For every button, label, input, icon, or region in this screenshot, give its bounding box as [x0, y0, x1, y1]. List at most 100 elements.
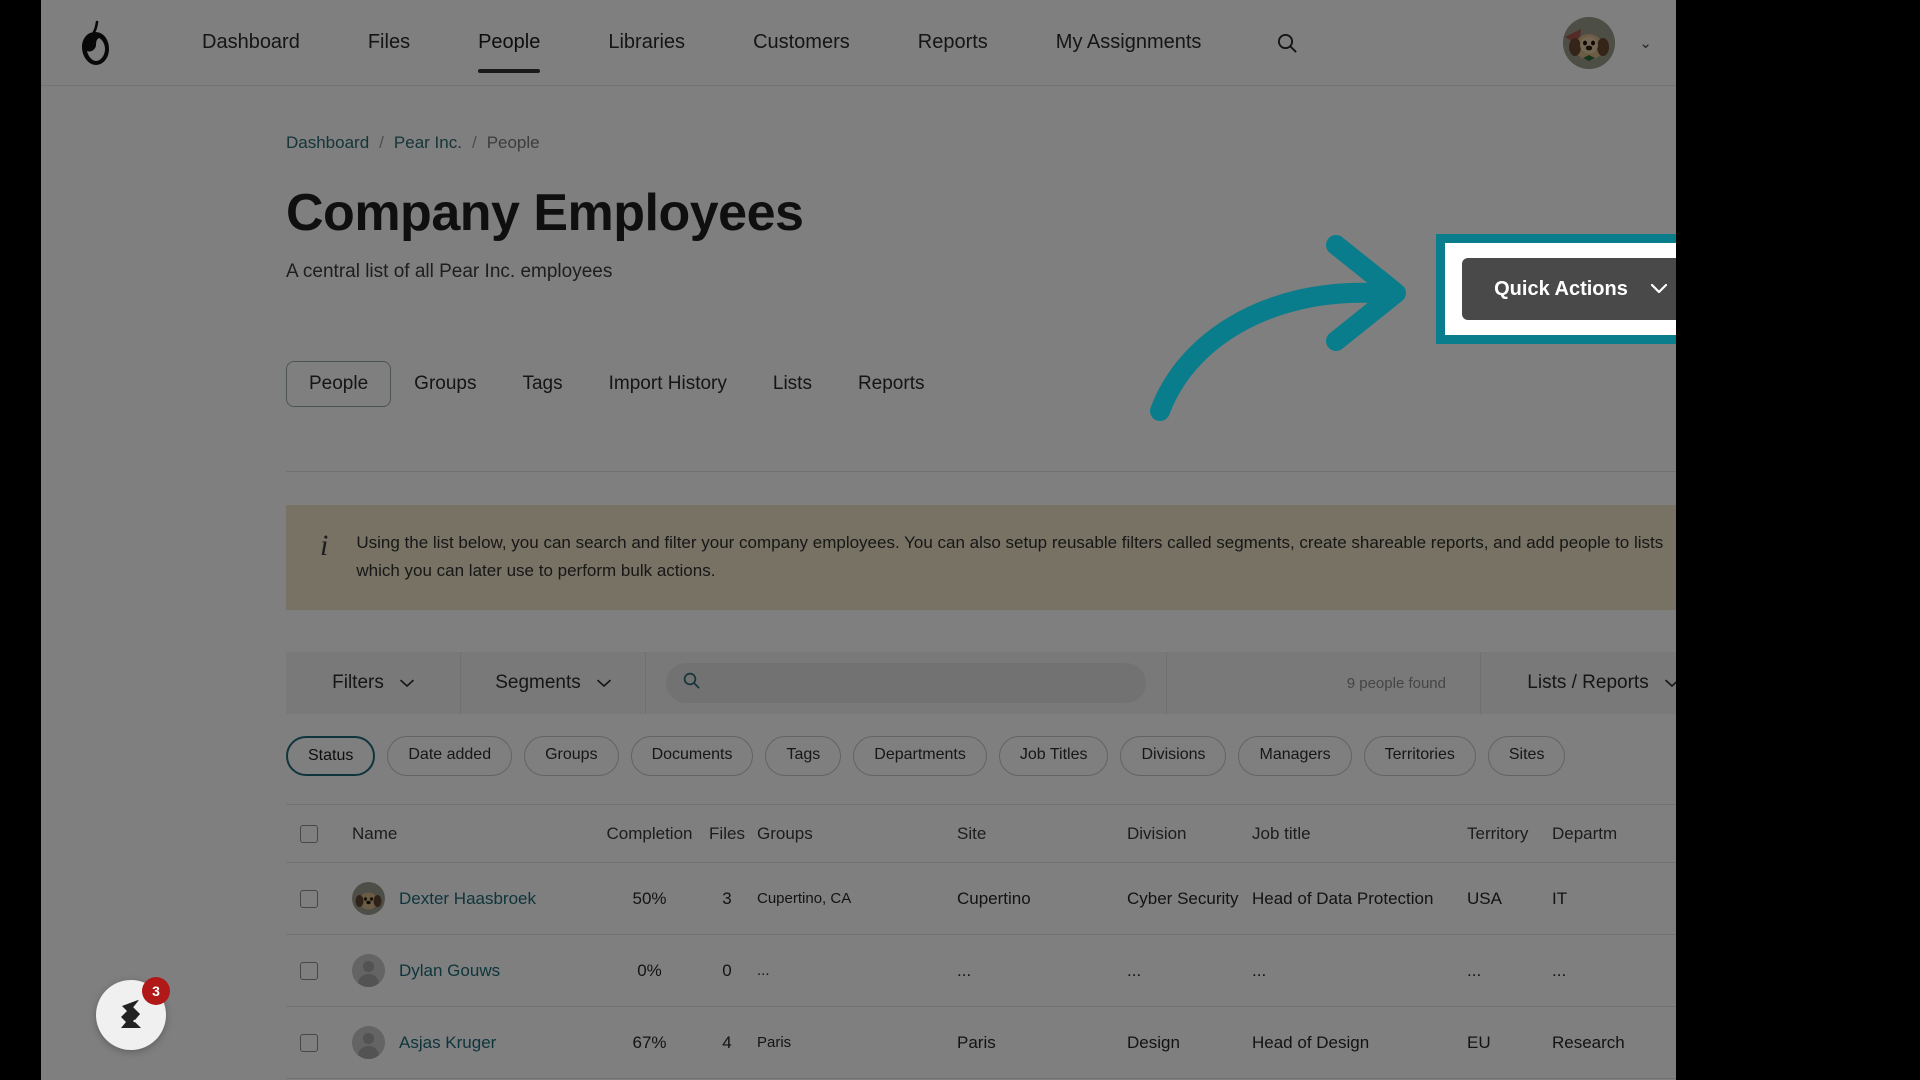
cell-name: Dexter Haasbroek: [352, 882, 602, 916]
chevron-down-icon: [596, 672, 611, 694]
person-link[interactable]: Asjas Kruger: [399, 1033, 496, 1053]
chevron-down-icon: [400, 672, 414, 694]
nav-item-my-assignments[interactable]: My Assignments: [1056, 23, 1202, 62]
column-header-territory[interactable]: Territory: [1467, 824, 1552, 844]
breadcrumb-item-pear-inc[interactable]: Pear Inc.: [394, 133, 462, 153]
column-header-division[interactable]: Division: [1127, 824, 1252, 844]
row-checkbox[interactable]: [300, 889, 318, 908]
person-link[interactable]: Dexter Haasbroek: [399, 889, 536, 909]
cell-job-title: Head of Data Protection: [1252, 888, 1434, 908]
cell-site: Cupertino: [957, 888, 1031, 908]
column-header-department[interactable]: Departm: [1552, 824, 1676, 844]
chevron-down-icon[interactable]: ⌄: [1639, 34, 1652, 52]
profile-area: ⌄: [1563, 16, 1652, 69]
cell-territory: ...: [1467, 960, 1482, 980]
segments-dropdown[interactable]: Segments: [461, 652, 646, 715]
page-content: Dashboard / Pear Inc. / People Company E…: [41, 86, 1676, 1080]
segments-label: Segments: [495, 672, 581, 694]
breadcrumb-item-people: People: [486, 133, 540, 152]
cell-files: 4: [722, 1032, 732, 1052]
chip-tags[interactable]: Tags: [765, 736, 842, 777]
cell-completion: 0%: [637, 960, 662, 980]
chat-widget-button[interactable]: 3: [96, 977, 170, 1050]
nav-item-libraries[interactable]: Libraries: [608, 23, 685, 62]
cell-name: Dylan Gouws: [352, 954, 602, 988]
nav-item-dashboard[interactable]: Dashboard: [202, 23, 300, 62]
row-checkbox[interactable]: [300, 961, 318, 980]
section-divider: [286, 471, 1676, 472]
chip-date-added[interactable]: Date added: [387, 736, 513, 777]
quick-actions-highlight: Quick Actions: [1436, 234, 1676, 344]
column-header-site[interactable]: Site: [957, 824, 1127, 844]
lists-reports-label: Lists / Reports: [1527, 672, 1649, 694]
tab-import-history[interactable]: Import History: [586, 361, 750, 407]
column-header-completion[interactable]: Completion: [602, 824, 697, 844]
cell-groups: Paris: [757, 1034, 792, 1052]
filter-toolbar: Filters Segments 9 people found Lists / …: [286, 652, 1676, 715]
tab-groups[interactable]: Groups: [391, 361, 499, 407]
cell-files: 0: [722, 960, 732, 980]
cell-department: ...: [1552, 960, 1567, 980]
table-row[interactable]: Asjas Kruger 67% 4 Paris Paris Design He…: [286, 1006, 1676, 1078]
quick-actions-label: Quick Actions: [1494, 277, 1628, 300]
cell-territory: EU: [1467, 1032, 1491, 1052]
chevron-down-icon: [1664, 672, 1676, 694]
info-banner: i Using the list below, you can search a…: [286, 505, 1676, 611]
column-header-name[interactable]: Name: [352, 824, 602, 844]
pear-logo-icon[interactable]: [76, 19, 116, 67]
cell-completion: 67%: [632, 1032, 667, 1052]
chip-departments[interactable]: Departments: [853, 736, 987, 777]
breadcrumb-separator: /: [471, 133, 477, 152]
lists-reports-dropdown[interactable]: Lists / Reports: [1481, 652, 1676, 714]
cell-site: ...: [957, 960, 972, 980]
chip-divisions[interactable]: Divisions: [1120, 736, 1227, 777]
search-icon[interactable]: [1275, 31, 1299, 55]
tab-people[interactable]: People: [286, 361, 392, 407]
chip-groups[interactable]: Groups: [524, 736, 619, 777]
row-avatar-placeholder-icon: [352, 954, 385, 988]
nav-item-files[interactable]: Files: [368, 23, 410, 62]
cell-groups: ...: [757, 962, 770, 980]
person-link[interactable]: Dylan Gouws: [399, 961, 500, 981]
column-header-job-title[interactable]: Job title: [1252, 824, 1467, 844]
filters-dropdown[interactable]: Filters: [286, 652, 461, 715]
breadcrumb-separator: /: [379, 133, 384, 152]
search-cell: [646, 652, 1167, 715]
tab-bar: People Groups Tags Import History Lists …: [286, 361, 1676, 407]
chip-managers[interactable]: Managers: [1238, 736, 1352, 777]
chip-territories[interactable]: Territories: [1363, 736, 1476, 777]
info-icon: i: [320, 529, 329, 562]
chip-documents[interactable]: Documents: [630, 736, 754, 777]
breadcrumb-item-dashboard[interactable]: Dashboard: [286, 133, 369, 153]
row-avatar-placeholder-icon: [352, 1026, 385, 1060]
cell-name: Asjas Kruger: [352, 1026, 602, 1060]
result-count: 9 people found: [1167, 652, 1481, 715]
cell-groups: Cupertino, CA: [757, 890, 852, 908]
column-header-files[interactable]: Files: [697, 824, 757, 844]
search-input[interactable]: [666, 663, 1146, 704]
cell-site: Paris: [957, 1032, 996, 1052]
tab-reports[interactable]: Reports: [835, 361, 948, 407]
column-header-groups[interactable]: Groups: [757, 824, 957, 844]
filter-chip-row: Status Date added Groups Documents Tags …: [286, 736, 1676, 777]
cell-job-title: Head of Design: [1252, 1032, 1370, 1052]
select-all-checkbox[interactable]: [300, 824, 318, 843]
cell-completion: 50%: [632, 888, 667, 908]
row-checkbox[interactable]: [300, 1033, 318, 1052]
table-row[interactable]: Dylan Gouws 0% 0 ... ... ... ... ... ...: [286, 934, 1676, 1006]
tab-tags[interactable]: Tags: [499, 361, 585, 407]
tab-lists[interactable]: Lists: [750, 361, 835, 407]
row-avatar: [352, 882, 385, 916]
nav-item-reports[interactable]: Reports: [918, 23, 988, 62]
chip-job-titles[interactable]: Job Titles: [998, 736, 1109, 777]
table-header-row: Name Completion Files Groups Site Divisi…: [286, 804, 1676, 862]
table-row[interactable]: Dexter Haasbroek 50% 3 Cupertino, CA Cup…: [286, 862, 1676, 934]
nav-item-people[interactable]: People: [478, 23, 541, 73]
chip-sites[interactable]: Sites: [1487, 736, 1566, 777]
breadcrumb: Dashboard / Pear Inc. / People: [286, 86, 1676, 153]
nav-item-customers[interactable]: Customers: [753, 23, 850, 62]
row-select-cell: [286, 889, 352, 908]
chip-status[interactable]: Status: [286, 736, 376, 777]
quick-actions-button[interactable]: Quick Actions: [1462, 258, 1676, 320]
avatar[interactable]: [1563, 16, 1616, 69]
